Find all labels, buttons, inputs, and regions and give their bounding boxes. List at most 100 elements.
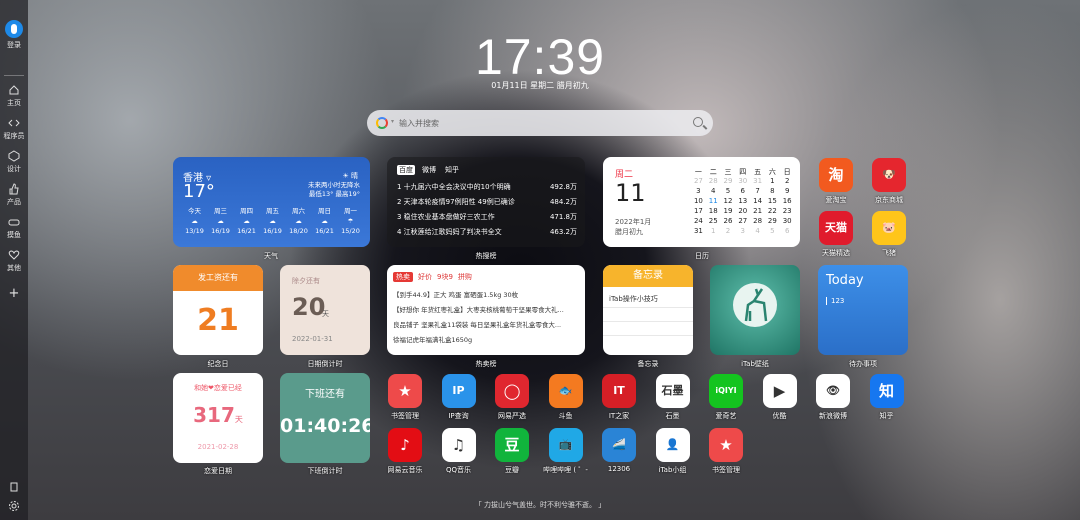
tab-weibo[interactable]: 微博 (420, 165, 438, 175)
app-label[interactable]: 斗鱼 (536, 411, 596, 421)
calendar-day-cell[interactable]: 16 (780, 197, 795, 207)
calendar-day-cell[interactable]: 8 (765, 187, 780, 197)
calendar-day-cell[interactable]: 19 (721, 207, 736, 217)
calendar-day-cell[interactable]: 6 (780, 227, 795, 237)
IP查询-app-icon[interactable]: IP (441, 374, 476, 408)
newyear-countdown-widget[interactable]: 除夕还有 20 天 2022-01-31 (280, 265, 370, 355)
hot-row[interactable]: 3 稳住农业基本盘做好三农工作 471.8万 (397, 212, 577, 222)
tab-99[interactable]: 9块9 (437, 273, 453, 281)
知乎-app-icon[interactable]: 知 (869, 374, 904, 408)
app-label[interactable]: 12306 (589, 465, 649, 473)
tab-zhihu[interactable]: 知乎 (443, 165, 461, 175)
search-input[interactable]: 输入并搜索 (399, 118, 439, 129)
爱淘宝-app-icon[interactable]: 淘 (819, 158, 853, 192)
calendar-day-cell[interactable]: 21 (750, 207, 765, 217)
shop-row[interactable]: 【好想你 年货红枣礼盒】大枣夹核桃葡萄干坚果零食大礼... (393, 304, 581, 314)
sidebar-item-home[interactable]: 主页 (0, 84, 28, 108)
优酷-app-icon[interactable]: ▶ (762, 374, 797, 408)
app-label[interactable]: 新浪微博 (803, 411, 863, 421)
石墨-app-icon[interactable]: 石墨 (655, 374, 690, 408)
calendar-day-cell[interactable]: 14 (750, 197, 765, 207)
豆瓣-app-icon[interactable]: 豆 (495, 428, 529, 462)
offwork-countdown-widget[interactable]: 下班还有 01:40:26 (280, 373, 370, 463)
calendar-day-cell[interactable]: 17 (691, 207, 706, 217)
hot-search-widget[interactable]: 百度 微博 知乎 1 十九届六中全会决议中的10个明确 492.8万 2 天津本轮疫情… (387, 157, 585, 247)
app-label[interactable]: 飞猪 (859, 248, 919, 258)
calendar-day-cell[interactable]: 23 (780, 207, 795, 217)
斗鱼-app-icon[interactable]: 🐟 (548, 374, 583, 408)
calendar-day-cell[interactable]: 1 (706, 227, 721, 237)
calendar-day-cell[interactable]: 7 (750, 187, 765, 197)
app-label[interactable]: 知乎 (857, 411, 917, 421)
calendar-day-cell[interactable]: 13 (735, 197, 750, 207)
哔哩哔哩 ( ゜--app-icon[interactable]: 📺 (548, 428, 583, 462)
hot-row[interactable]: 1 十九届六中全会决议中的10个明确 492.8万 (397, 182, 577, 192)
calendar-day-cell[interactable]: 20 (735, 207, 750, 217)
QQ音乐-app-icon[interactable]: ♫ (441, 428, 476, 462)
wallpaper-widget[interactable] (710, 265, 800, 355)
书签管理-app-icon[interactable]: ★ (709, 428, 743, 462)
todo-widget[interactable]: Today 123 (818, 265, 908, 355)
app-label[interactable]: 哔哩哔哩 ( ゜- (536, 465, 596, 475)
app-label[interactable]: 爱奇艺 (696, 411, 756, 421)
爱奇艺-app-icon[interactable]: iQIYI (709, 374, 743, 408)
calendar-day-cell[interactable]: 31 (750, 177, 765, 187)
search-bar[interactable]: ▾ 输入并搜索 (367, 110, 713, 136)
calendar-day-cell[interactable]: 27 (691, 177, 706, 187)
calendar-day-cell[interactable]: 5 (721, 187, 736, 197)
app-label[interactable]: 书签管理 (375, 411, 435, 421)
calendar-day-cell[interactable]: 6 (735, 187, 750, 197)
calendar-day-cell[interactable]: 10 (691, 197, 706, 207)
calendar-day-cell[interactable]: 25 (706, 217, 721, 227)
google-engine-icon[interactable] (376, 117, 388, 129)
app-label[interactable]: QQ音乐 (429, 465, 489, 475)
IT之家-app-icon[interactable]: IT (602, 374, 636, 408)
calendar-day-cell[interactable]: 22 (765, 207, 780, 217)
网易云音乐-app-icon[interactable]: ♪ (388, 428, 422, 462)
login-button[interactable]: 登录 (0, 20, 28, 50)
memo-item[interactable]: iTab操作小技巧 (609, 294, 658, 304)
calendar-day-cell[interactable]: 3 (735, 227, 750, 237)
weather-widget[interactable]: 香港 ▿ 17° ☀ 晴 未来两小时无降水 最低13° 最高19° 今天 ☁ 13/1… (173, 157, 370, 247)
sidebar-item-product[interactable]: 产品 (0, 183, 28, 207)
calendar-day-cell[interactable]: 2 (780, 177, 795, 187)
calendar-day-cell[interactable]: 28 (750, 217, 765, 227)
calendar-day-cell[interactable]: 27 (735, 217, 750, 227)
calendar-day-cell[interactable]: 9 (780, 187, 795, 197)
sidebar-item-slack[interactable]: 摸鱼 (0, 216, 28, 240)
app-label[interactable]: IT之家 (589, 411, 649, 421)
love-days-widget[interactable]: 和她❤恋爱已经 317天 2021-02-28 (173, 373, 263, 463)
settings-gear-icon[interactable] (8, 500, 20, 512)
新浪微博-app-icon[interactable]: 👁 (816, 374, 850, 408)
calendar-day-cell[interactable]: 31 (691, 227, 706, 237)
calendar-day-cell[interactable]: 3 (691, 187, 706, 197)
shop-row[interactable]: 徐福记虎年福满礼盒1650g (393, 334, 581, 344)
search-icon[interactable] (693, 117, 703, 127)
calendar-day-cell[interactable]: 30 (735, 177, 750, 187)
sidebar-item-programmer[interactable]: 程序员 (0, 117, 28, 141)
calendar-day-cell[interactable]: 1 (765, 177, 780, 187)
calendar-day-cell[interactable]: 4 (750, 227, 765, 237)
app-label[interactable]: 豆瓣 (482, 465, 542, 475)
飞猪-app-icon[interactable]: 🐷 (872, 211, 906, 245)
sidebar-item-other[interactable]: 其他 (0, 249, 28, 273)
12306-app-icon[interactable]: 🚄 (602, 428, 636, 462)
calendar-widget[interactable]: 周二 11 2022年1月 腊月初九 一二三四五六日 27 28 29 30 31 1 2 3 4 5… (603, 157, 800, 247)
app-label[interactable]: 爱淘宝 (806, 195, 866, 205)
app-label[interactable]: IP查询 (429, 411, 489, 421)
calendar-day-cell[interactable]: 24 (691, 217, 706, 227)
shop-row[interactable]: 良品铺子 坚果礼盒11袋装 每日坚果礼盒年货礼盒零食大... (393, 319, 581, 329)
天猫精选-app-icon[interactable]: 天猫 (819, 211, 853, 245)
app-label[interactable]: 书签管理 (696, 465, 756, 475)
app-label[interactable]: 优酷 (750, 411, 810, 421)
calendar-day-cell[interactable]: 26 (721, 217, 736, 227)
tab-hot[interactable]: 热卖 (393, 272, 413, 282)
calendar-day-cell[interactable]: 2 (721, 227, 736, 237)
iTab小组-app-icon[interactable]: 👤 (655, 428, 690, 462)
todo-item[interactable]: 123 (826, 297, 844, 305)
tab-group[interactable]: 拼购 (458, 273, 472, 281)
shop-row[interactable]: 【到手44.9】正大 鸡蛋 富硒蛋1.5kg 30枚 (393, 289, 581, 299)
网易严选-app-icon[interactable]: ◯ (495, 374, 529, 408)
京东商城-app-icon[interactable]: 🐶 (872, 158, 906, 192)
calendar-day-cell[interactable]: 29 (721, 177, 736, 187)
